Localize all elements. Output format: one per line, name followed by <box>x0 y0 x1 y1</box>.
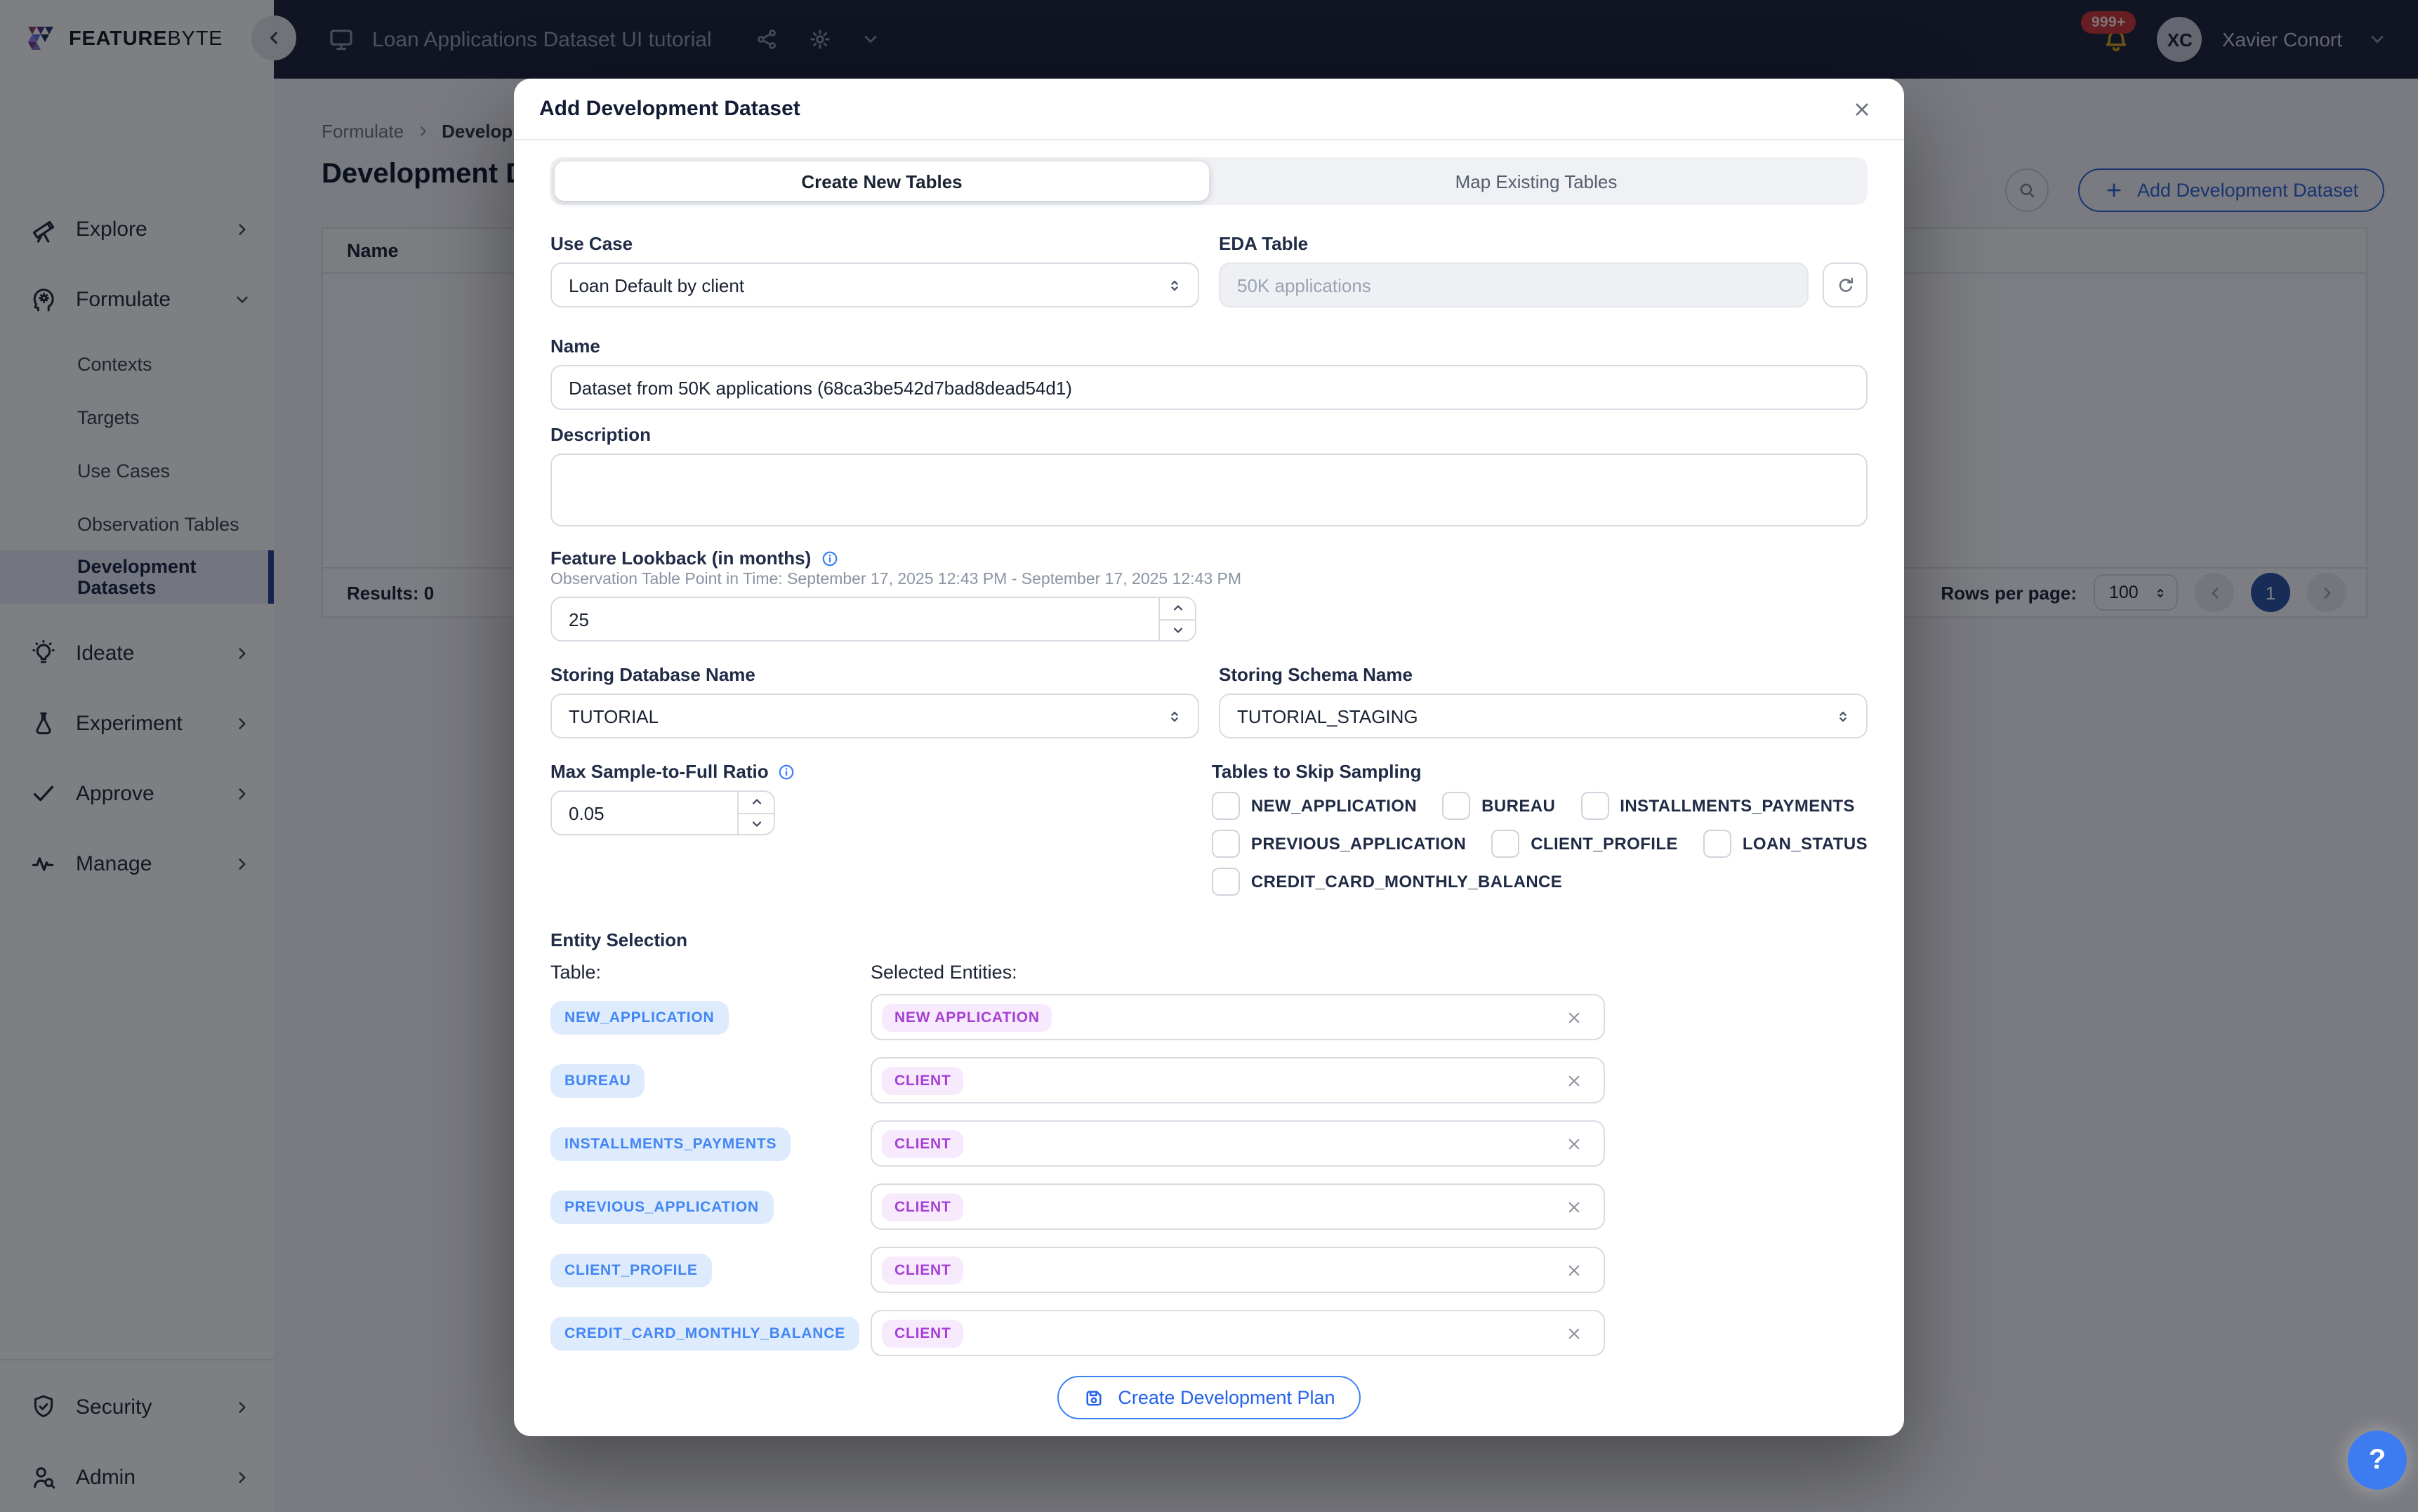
help-button[interactable]: ? <box>2348 1431 2407 1490</box>
unfold-chevrons-icon <box>1165 276 1184 294</box>
entity-row: NEW_APPLICATION NEW APPLICATION <box>550 994 1868 1040</box>
name-input[interactable] <box>550 365 1868 410</box>
storing-database-label: Storing Database Name <box>550 664 1199 687</box>
storing-schema-label: Storing Schema Name <box>1219 664 1868 687</box>
feature-lookback-field <box>550 597 1196 642</box>
info-icon[interactable] <box>777 762 797 782</box>
selected-entities-box[interactable]: NEW APPLICATION <box>871 994 1605 1040</box>
use-case-select[interactable]: Loan Default by client <box>550 263 1199 307</box>
skip-sampling-label: Tables to Skip Sampling <box>1212 761 1868 783</box>
checkbox-bureau[interactable] <box>1442 792 1470 820</box>
eda-table-label: EDA Table <box>1219 233 1868 256</box>
selected-entities-box[interactable]: CLIENT <box>871 1120 1605 1167</box>
selected-entities-box[interactable]: CLIENT <box>871 1183 1605 1230</box>
checkbox-previous-application[interactable] <box>1212 830 1240 858</box>
description-label: Description <box>550 424 1868 446</box>
entity-selection-label: Entity Selection <box>550 929 1868 950</box>
mode-tabs: Create New Tables Map Existing Tables <box>550 157 1868 205</box>
max-sample-ratio-label: Max Sample-to-Full Ratio <box>550 761 769 783</box>
close-icon[interactable] <box>1845 92 1879 126</box>
max-sample-ratio-field <box>550 790 775 835</box>
entity-row: CREDIT_CARD_MONTHLY_BALANCE CLIENT <box>550 1310 1868 1356</box>
tab-create-new-tables[interactable]: Create New Tables <box>555 161 1209 201</box>
use-case-label: Use Case <box>550 233 1199 256</box>
eda-table-input <box>1219 263 1809 307</box>
entity-row: CLIENT_PROFILE CLIENT <box>550 1247 1868 1293</box>
refresh-icon[interactable] <box>1823 263 1868 307</box>
checkbox-new-application[interactable] <box>1212 792 1240 820</box>
remove-entity-icon[interactable] <box>1561 1257 1587 1282</box>
checkbox-installments-payments[interactable] <box>1580 792 1608 820</box>
save-icon <box>1083 1386 1105 1409</box>
feature-lookback-input[interactable] <box>552 598 1195 640</box>
table-pill: CLIENT_PROFILE <box>550 1253 712 1287</box>
selected-entities-box[interactable]: CLIENT <box>871 1247 1605 1293</box>
entity-pill: CLIENT <box>882 1129 964 1158</box>
entity-pill: NEW APPLICATION <box>882 1003 1052 1031</box>
table-pill: PREVIOUS_APPLICATION <box>550 1190 773 1223</box>
entity-pill: CLIENT <box>882 1319 964 1347</box>
table-pill: NEW_APPLICATION <box>550 1000 728 1034</box>
checkbox-loan-status[interactable] <box>1703 830 1731 858</box>
storing-database-select[interactable]: TUTORIAL <box>550 694 1199 738</box>
storing-schema-select[interactable]: TUTORIAL_STAGING <box>1219 694 1868 738</box>
description-textarea[interactable] <box>550 453 1868 526</box>
entity-row: PREVIOUS_APPLICATION CLIENT <box>550 1183 1868 1230</box>
table-pill: BUREAU <box>550 1063 645 1097</box>
info-icon[interactable] <box>819 549 839 569</box>
entity-pill: CLIENT <box>882 1066 964 1094</box>
table-pill: INSTALLMENTS_PAYMENTS <box>550 1127 791 1160</box>
add-development-dataset-modal: Add Development Dataset Create New Table… <box>514 79 1904 1436</box>
modal-body: Create New Tables Map Existing Tables Us… <box>514 140 1904 1436</box>
selected-entities-box[interactable]: CLIENT <box>871 1057 1605 1103</box>
app-viewport: Loan Applications Dataset UI tutorial 99… <box>0 0 2418 1512</box>
stepper-down-icon[interactable] <box>739 812 774 834</box>
entity-pill: CLIENT <box>882 1256 964 1284</box>
entity-row: INSTALLMENTS_PAYMENTS CLIENT <box>550 1120 1868 1167</box>
modal-header: Add Development Dataset <box>514 79 1904 140</box>
tab-map-existing-tables[interactable]: Map Existing Tables <box>1209 161 1863 201</box>
remove-entity-icon[interactable] <box>1561 1320 1587 1346</box>
create-development-plan-button[interactable]: Create Development Plan <box>1057 1376 1360 1419</box>
feature-lookback-label: Feature Lookback (in months) <box>550 548 811 570</box>
stepper-down-icon[interactable] <box>1160 618 1195 640</box>
name-label: Name <box>550 336 1868 358</box>
remove-entity-icon[interactable] <box>1561 1068 1587 1093</box>
selected-entities-header: Selected Entities: <box>871 962 1605 983</box>
unfold-chevrons-icon <box>1834 707 1852 725</box>
entity-row: BUREAU CLIENT <box>550 1057 1868 1103</box>
table-pill: CREDIT_CARD_MONTHLY_BALANCE <box>550 1316 859 1350</box>
observation-point-in-time-hint: Observation Table Point in Time: Septemb… <box>550 571 1868 588</box>
entity-table-header: Table: <box>550 962 871 983</box>
stepper-up-icon[interactable] <box>739 792 774 812</box>
remove-entity-icon[interactable] <box>1561 1131 1587 1156</box>
checkbox-client-profile[interactable] <box>1491 830 1519 858</box>
entity-pill: CLIENT <box>882 1193 964 1221</box>
stepper-up-icon[interactable] <box>1160 598 1195 618</box>
checkbox-credit-card-monthly-balance[interactable] <box>1212 868 1240 896</box>
remove-entity-icon[interactable] <box>1561 1004 1587 1030</box>
remove-entity-icon[interactable] <box>1561 1194 1587 1219</box>
unfold-chevrons-icon <box>1165 707 1184 725</box>
modal-title: Add Development Dataset <box>539 97 800 121</box>
selected-entities-box[interactable]: CLIENT <box>871 1310 1605 1356</box>
